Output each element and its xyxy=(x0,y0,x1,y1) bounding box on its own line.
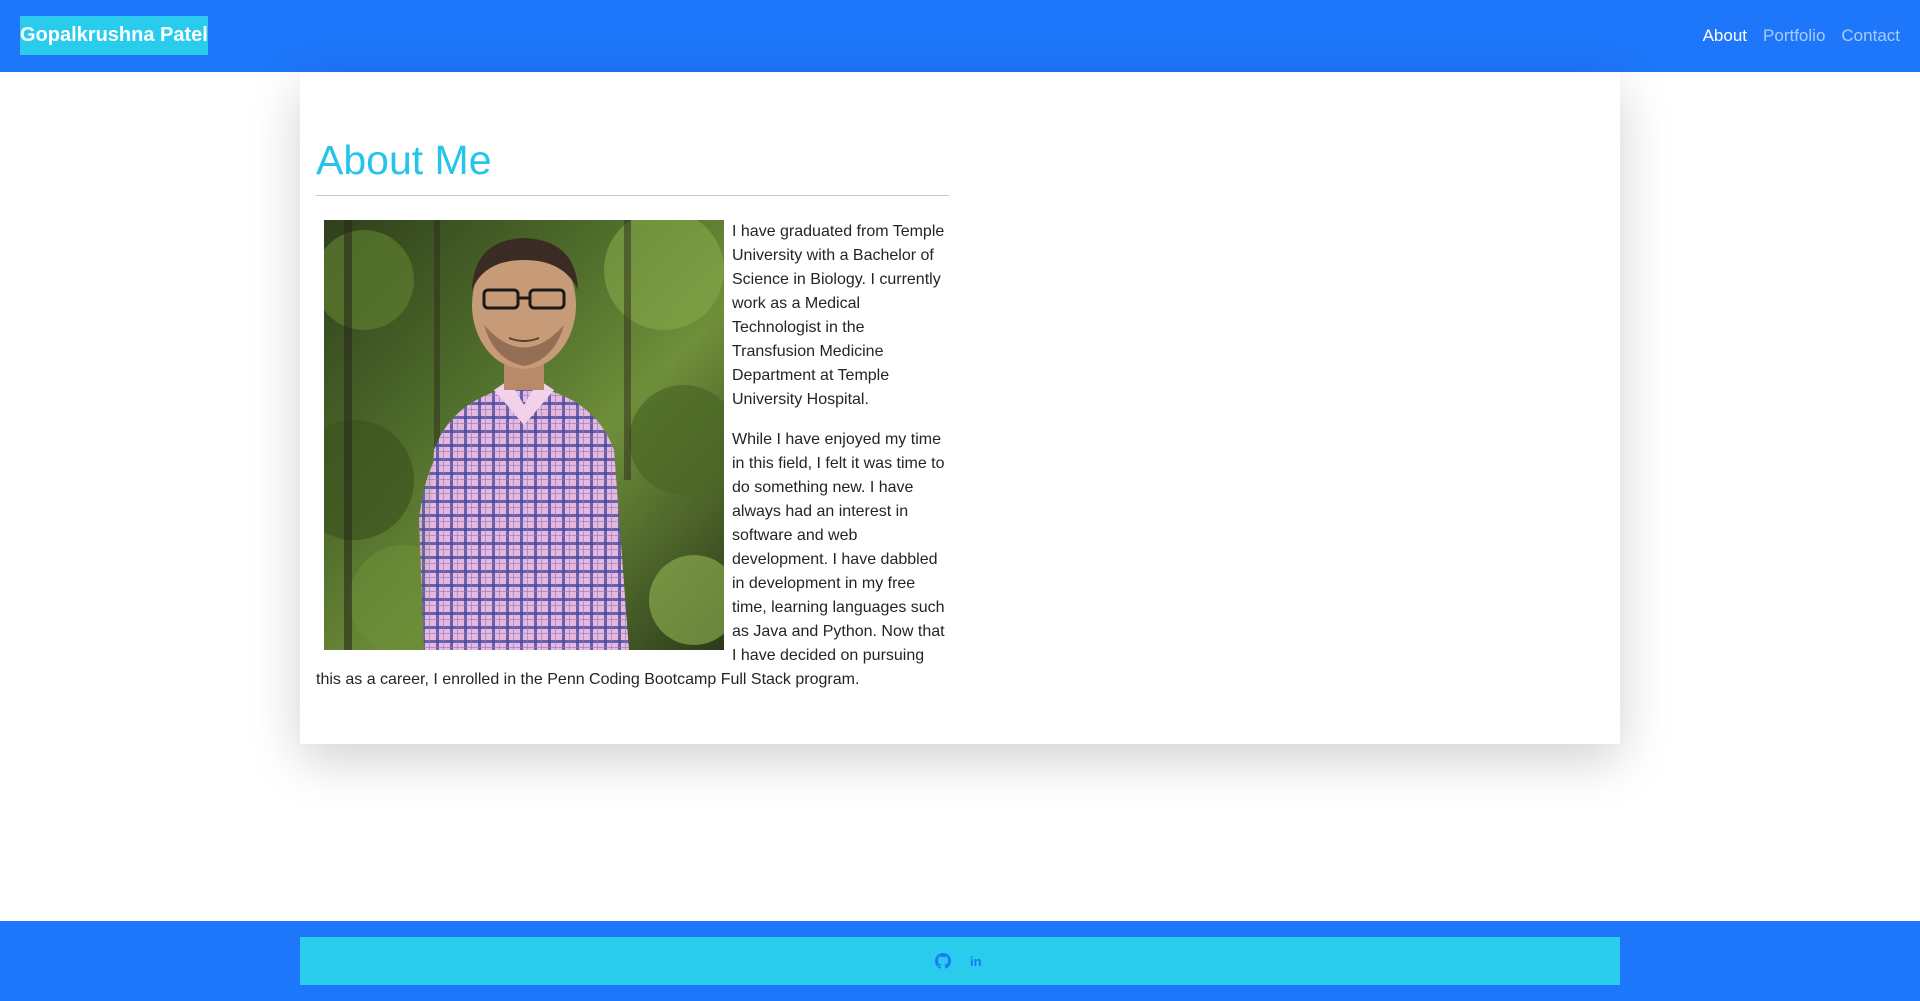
main-card: About Me I have graduated from Temple Un… xyxy=(300,72,1620,744)
nav-links: About Portfolio Contact xyxy=(1703,0,1900,72)
nav-link-portfolio[interactable]: Portfolio xyxy=(1763,26,1825,46)
linkedin-icon[interactable]: in xyxy=(969,953,985,969)
navbar: Gopalkrushna Patel About Portfolio Conta… xyxy=(0,0,1920,72)
brand-logo[interactable]: Gopalkrushna Patel xyxy=(20,16,208,55)
profile-photo xyxy=(324,220,724,651)
about-section: About Me I have graduated from Temple Un… xyxy=(316,136,949,708)
nav-link-about[interactable]: About xyxy=(1703,26,1747,46)
footer-bar: in xyxy=(300,937,1620,985)
svg-text:in: in xyxy=(970,954,982,969)
nav-link-contact[interactable]: Contact xyxy=(1841,26,1900,46)
page-title: About Me xyxy=(316,136,949,197)
github-icon[interactable] xyxy=(935,953,951,969)
footer: in xyxy=(0,921,1920,1001)
